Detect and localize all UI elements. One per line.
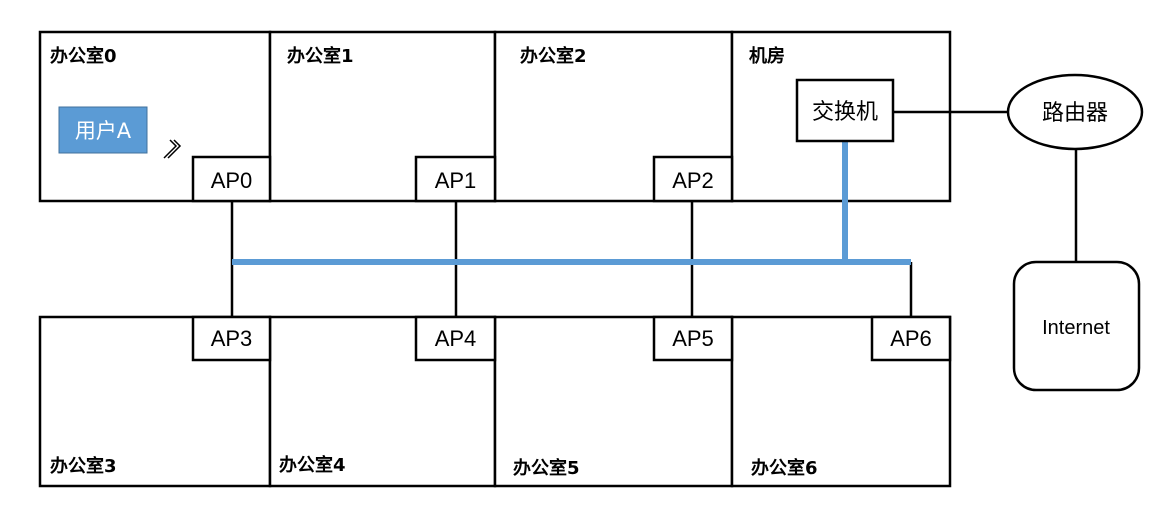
room-label-0: 办公室0 — [50, 45, 117, 67]
ap-label-0: AP0 — [211, 168, 253, 193]
room-label-3: 办公室3 — [50, 455, 117, 477]
ap-label-3: AP3 — [211, 326, 253, 351]
room-label-5: 办公室5 — [513, 457, 580, 479]
room-label-2: 办公室2 — [520, 45, 587, 67]
ap-label-4: AP4 — [435, 326, 477, 351]
network-topology-diagram: AP0 AP1 AP2 AP3 AP4 AP5 AP6 办公室0 办公室1 办公… — [38, 30, 1144, 488]
router-label: 路由器 — [1042, 101, 1108, 126]
ap-label-1: AP1 — [435, 168, 477, 193]
ap-label-2: AP2 — [672, 168, 714, 193]
internet-label: Internet — [1042, 317, 1110, 339]
ap-label-5: AP5 — [672, 326, 714, 351]
room-label-1: 办公室1 — [287, 45, 354, 67]
switch-label: 交换机 — [812, 100, 878, 125]
room-label-6: 办公室6 — [751, 457, 818, 479]
room-label-4: 办公室4 — [279, 454, 346, 476]
ap-label-6: AP6 — [890, 326, 932, 351]
user-label: 用户A — [75, 119, 132, 143]
room-label-server: 机房 — [749, 45, 785, 67]
